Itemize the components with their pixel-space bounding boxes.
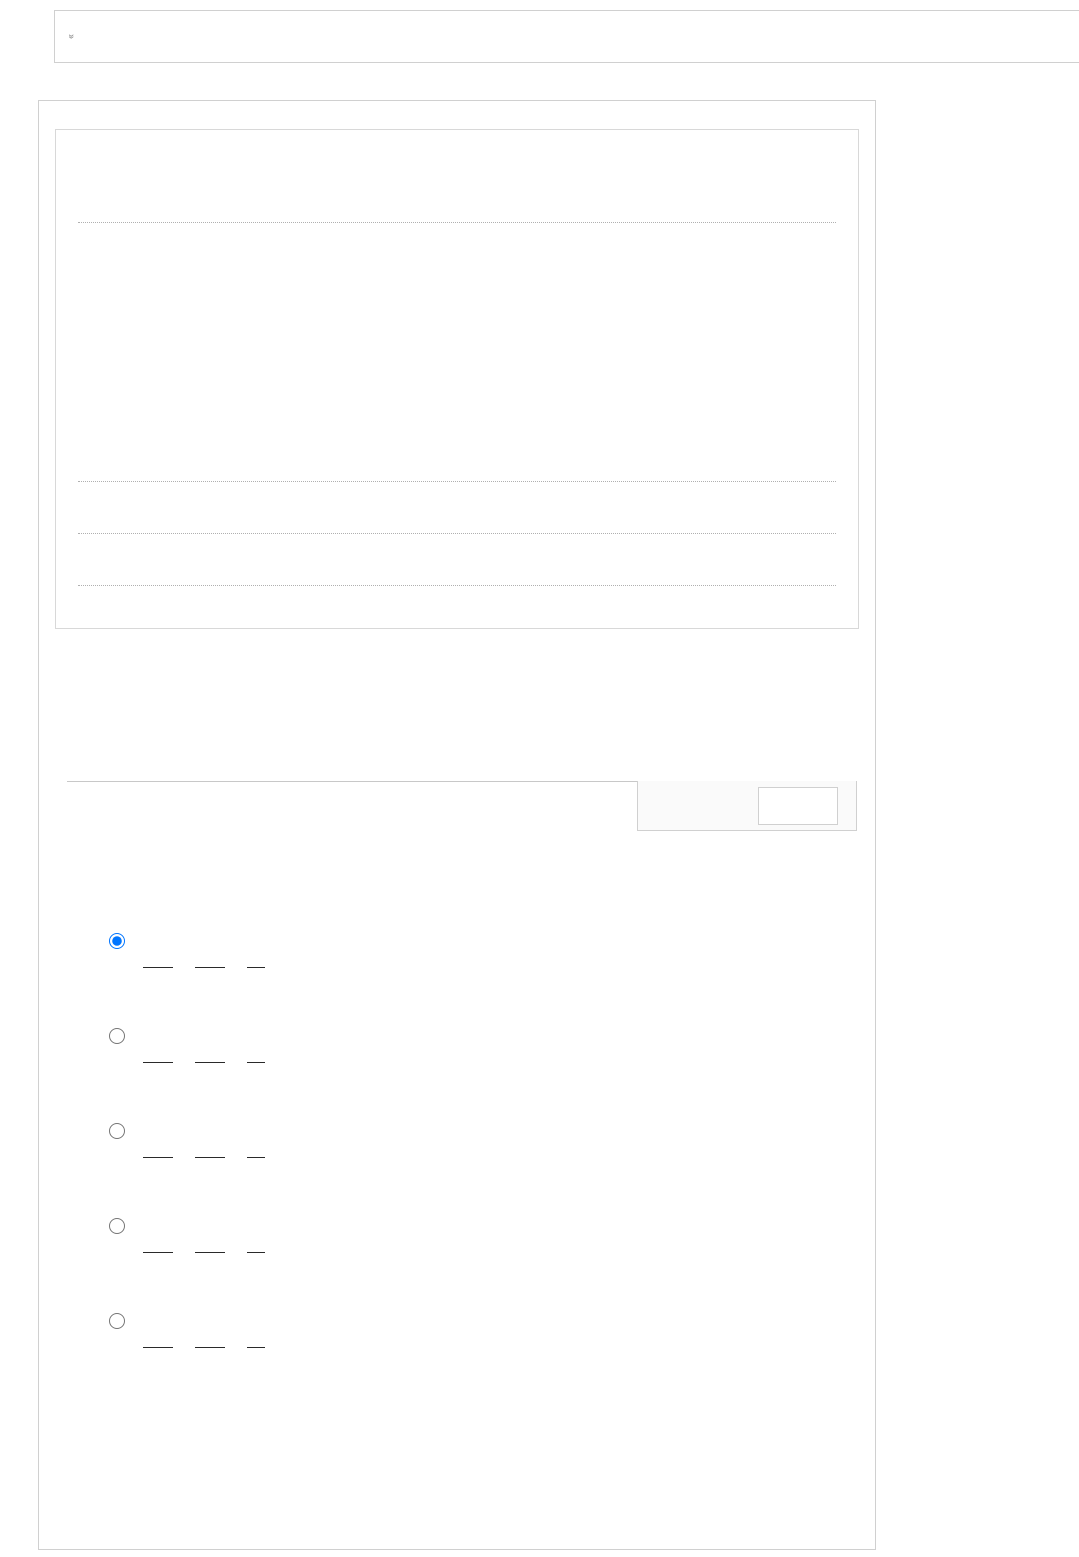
option-label [143,1026,265,1042]
option-item [109,1121,835,1158]
dash-icon [195,1252,225,1253]
option-label [143,1121,265,1137]
option-body [143,1026,265,1063]
recaptcha-widget[interactable] [637,781,857,831]
dash-icon [195,967,225,968]
option-dashes [143,1252,265,1253]
dash-icon [195,1347,225,1348]
dash-icon [247,1252,265,1253]
recaptcha-section [67,781,847,782]
form-divider [78,585,836,586]
option-radio[interactable] [109,1123,125,1139]
dash-icon [143,1062,173,1063]
form-divider [78,481,836,482]
chevron-double-down-icon[interactable]: » [65,34,78,39]
dash-icon [143,1252,173,1253]
option-radio[interactable] [109,1313,125,1329]
option-item [109,1026,835,1063]
option-body [143,1311,265,1348]
option-body [143,931,265,968]
option-label [143,931,265,947]
form-section [55,129,859,629]
dash-icon [195,1062,225,1063]
option-dashes [143,1062,265,1063]
dash-icon [247,967,265,968]
option-label [143,1216,265,1232]
dash-icon [247,1157,265,1158]
top-bar: » [54,10,1079,63]
options-group [109,931,835,1406]
dash-icon [143,1347,173,1348]
dash-icon [143,1157,173,1158]
option-body [143,1216,265,1253]
option-radio[interactable] [109,933,125,949]
option-item [109,1216,835,1253]
dash-icon [143,967,173,968]
option-dashes [143,1347,265,1348]
option-radio[interactable] [109,1218,125,1234]
dash-icon [247,1062,265,1063]
recaptcha-badge [758,787,838,825]
main-panel [38,100,876,1550]
option-body [143,1121,265,1158]
form-divider [78,222,836,223]
option-dashes [143,1157,265,1158]
option-item [109,1311,835,1348]
option-item [109,931,835,968]
option-dashes [143,967,265,968]
dash-icon [195,1157,225,1158]
option-radio[interactable] [109,1028,125,1044]
dash-icon [247,1347,265,1348]
form-divider [78,533,836,534]
option-label [143,1311,265,1327]
